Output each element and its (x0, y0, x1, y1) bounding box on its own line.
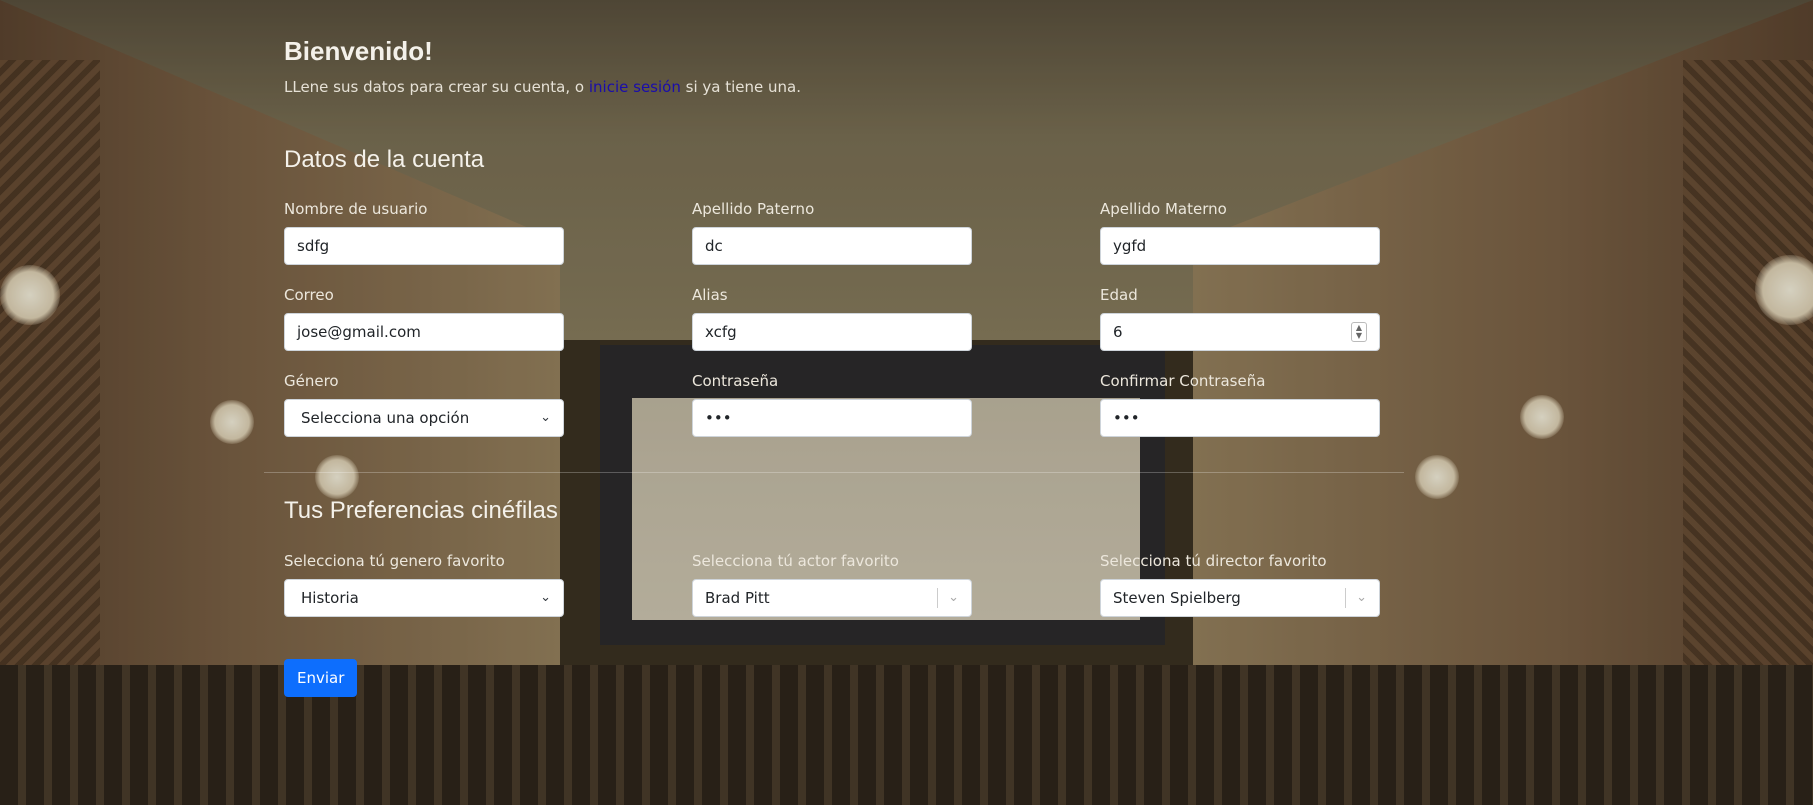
confirm-password-group: Confirmar Contraseña ••• (1100, 372, 1380, 437)
actor-label: Selecciona tú actor favorito (692, 552, 899, 570)
alias-input[interactable]: xcfg (692, 313, 972, 351)
actor-group: Selecciona tú actor favorito Brad Pitt ⌄ (692, 552, 972, 617)
username-input[interactable]: sdfg (284, 227, 564, 265)
account-section-title: Datos de la cuenta (284, 146, 485, 173)
paternal-surname-label: Apellido Paterno (692, 200, 815, 218)
maternal-surname-label: Apellido Materno (1100, 200, 1227, 218)
email-input[interactable]: jose@gmail.com (284, 313, 564, 351)
username-label: Nombre de usuario (284, 200, 428, 218)
actor-select[interactable]: Brad Pitt ⌄ (692, 579, 972, 617)
submit-button[interactable]: Enviar (284, 659, 358, 697)
chevron-down-icon: ⌄ (540, 590, 551, 605)
chevron-down-icon[interactable]: ⌄ (948, 580, 959, 616)
password-input[interactable]: ••• (692, 399, 972, 437)
intro-text: LLene sus datos para crear su cuenta, o … (284, 78, 801, 96)
page-title: Bienvenido! (284, 36, 433, 66)
gender-group: Género Selecciona una opción ⌄ (284, 372, 564, 437)
age-input[interactable]: 6 ▲ ▼ (1100, 313, 1380, 351)
director-group: Selecciona tú director favorito Steven S… (1100, 552, 1380, 617)
maternal-surname-group: Apellido Materno ygfd (1100, 200, 1380, 265)
chevron-down-icon: ⌄ (540, 410, 551, 425)
email-group: Correo jose@gmail.com (284, 286, 564, 351)
number-spinner-icon[interactable]: ▲ ▼ (1351, 322, 1367, 342)
preferences-section-title: Tus Preferencias cinéfilas (284, 497, 558, 524)
genre-label: Selecciona tú genero favorito (284, 552, 505, 570)
chevron-down-icon[interactable]: ⌄ (1356, 580, 1367, 616)
age-group: Edad 6 ▲ ▼ (1100, 286, 1380, 351)
username-group: Nombre de usuario sdfg (284, 200, 564, 265)
alias-label: Alias (692, 286, 728, 304)
gender-select[interactable]: Selecciona una opción ⌄ (284, 399, 564, 437)
genre-select[interactable]: Historia ⌄ (284, 579, 564, 617)
login-link[interactable]: inicie sesión (589, 78, 681, 96)
director-select[interactable]: Steven Spielberg ⌄ (1100, 579, 1380, 617)
age-label: Edad (1100, 286, 1138, 304)
email-label: Correo (284, 286, 334, 304)
section-divider (264, 472, 1404, 473)
password-label: Contraseña (692, 372, 779, 390)
genre-group: Selecciona tú genero favorito Historia ⌄ (284, 552, 564, 617)
director-label: Selecciona tú director favorito (1100, 552, 1327, 570)
gender-label: Género (284, 372, 339, 390)
paternal-surname-group: Apellido Paterno dc (692, 200, 972, 265)
paternal-surname-input[interactable]: dc (692, 227, 972, 265)
maternal-surname-input[interactable]: ygfd (1100, 227, 1380, 265)
confirm-password-label: Confirmar Contraseña (1100, 372, 1266, 390)
confirm-password-input[interactable]: ••• (1100, 399, 1380, 437)
alias-group: Alias xcfg (692, 286, 972, 351)
password-group: Contraseña ••• (692, 372, 972, 437)
